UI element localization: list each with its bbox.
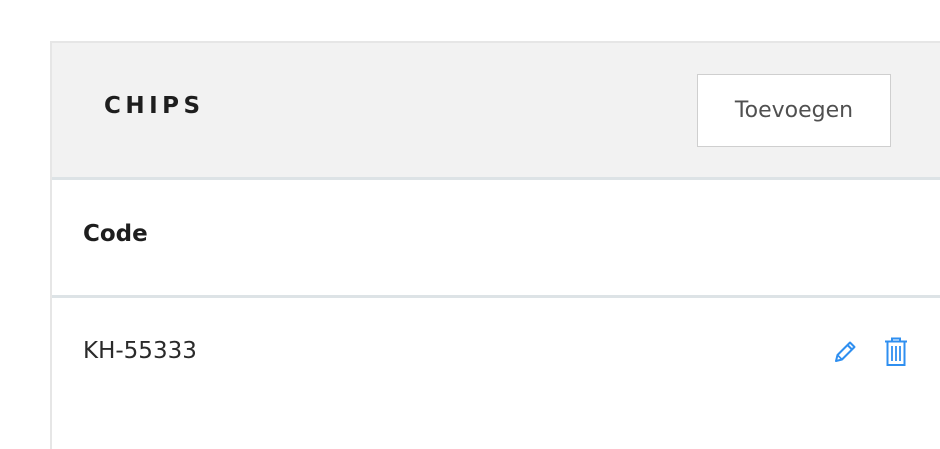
table-row: KH-55333 (52, 298, 940, 408)
add-button[interactable]: Toevoegen (697, 74, 891, 147)
edit-button[interactable] (828, 334, 862, 370)
chips-panel: CHIPS Toevoegen Code KH-55333 (50, 41, 940, 449)
chip-code-cell: KH-55333 (83, 338, 197, 364)
delete-button[interactable] (879, 334, 913, 370)
table-header: Code (52, 180, 940, 298)
column-header-code: Code (83, 221, 148, 247)
panel-title: CHIPS (104, 93, 205, 119)
panel-header: CHIPS Toevoegen (52, 43, 940, 180)
pencil-icon (835, 341, 856, 362)
trash-icon (885, 337, 907, 366)
